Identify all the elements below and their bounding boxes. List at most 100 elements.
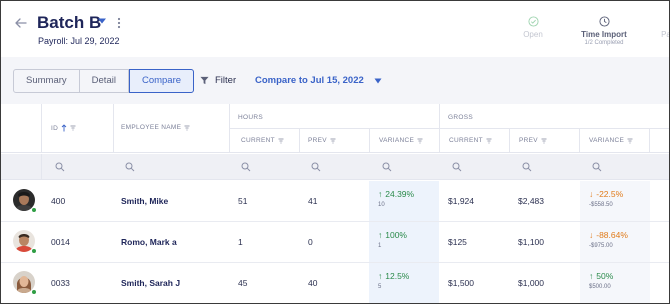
tab-compare[interactable]: Compare — [128, 69, 195, 93]
column-header-hours-current-label: CURRENT — [241, 137, 275, 144]
online-status-dot — [31, 248, 37, 254]
column-header-hours-variance-label: VARIANCE — [379, 137, 415, 144]
hours-variance: ↑ 12.5% 5 — [378, 271, 409, 290]
column-header-employee-name[interactable]: EMPLOYEE NAME — [121, 124, 190, 131]
table-row[interactable]: 0014 Romo, Mark a 1 0 ↑ 100% 1 $125 $1,10… — [1, 222, 669, 263]
hours-variance-amount: 1 — [378, 243, 382, 249]
column-menu-icon[interactable] — [627, 138, 633, 144]
gross-prev: $1,100 — [518, 237, 544, 247]
group-header-hours: HOURS — [238, 114, 263, 121]
employee-name[interactable]: Romo, Mark a — [121, 237, 177, 247]
search-icon[interactable] — [592, 162, 602, 172]
hours-variance: ↑ 100% 1 — [378, 230, 407, 249]
column-header-hours-prev-label: PREV — [308, 137, 327, 144]
column-menu-icon[interactable] — [70, 125, 76, 131]
page-title: Batch B — [37, 13, 102, 32]
table-row[interactable]: 400 Smith, Mike 51 41 ↑ 24.39% 10 $1,924 … — [1, 181, 669, 222]
column-header-gross-variance[interactable]: VARIANCE — [589, 137, 633, 144]
column-menu-icon[interactable] — [184, 125, 190, 131]
search-icon[interactable] — [522, 162, 532, 172]
search-icon[interactable] — [55, 162, 65, 172]
arrow-up-icon: ↑ — [378, 189, 383, 199]
compare-period-dropdown[interactable]: Compare to Jul 15, 2022 — [255, 75, 382, 86]
back-arrow-icon[interactable] — [13, 15, 29, 31]
step-open: Open — [515, 16, 551, 39]
gross-prev: $1,000 — [518, 278, 544, 288]
employee-id: 400 — [51, 196, 66, 206]
hours-variance-amount: 10 — [378, 202, 385, 208]
table-row[interactable]: 0033 Smith, Sarah J 45 40 ↑ 12.5% 5 $1,50… — [1, 263, 669, 303]
filter-button[interactable]: Filter — [200, 75, 236, 86]
gross-variance-percent: 50% — [596, 271, 614, 281]
tab-detail[interactable]: Detail — [80, 70, 129, 92]
filter-label: Filter — [215, 75, 237, 86]
step-time-import: Time Import 1/2 Completed — [575, 16, 633, 46]
group-header-gross: GROSS — [448, 114, 473, 121]
step-pay-label: Pay — [661, 30, 669, 39]
column-header-hours-variance[interactable]: VARIANCE — [379, 137, 423, 144]
step-time-import-status: 1/2 Completed — [584, 40, 624, 46]
column-menu-icon[interactable] — [486, 138, 492, 144]
toolbar: Summary Detail Compare Filter Compare to… — [1, 57, 669, 104]
column-header-id[interactable]: ID — [51, 124, 76, 132]
gross-prev: $2,483 — [518, 196, 544, 206]
column-header-id-label: ID — [51, 124, 59, 132]
column-menu-icon[interactable] — [278, 138, 284, 144]
batch-dropdown-icon[interactable] — [97, 17, 107, 25]
arrow-down-icon: ↓ — [589, 189, 594, 199]
hours-variance-amount: 5 — [378, 284, 382, 290]
column-header-gross-prev-label: PREV — [519, 137, 538, 144]
search-icon[interactable] — [382, 162, 392, 172]
hours-variance: ↑ 24.39% 10 — [378, 189, 414, 208]
employee-name[interactable]: Smith, Mike — [121, 196, 168, 206]
column-header-employee-name-label: EMPLOYEE NAME — [121, 124, 182, 131]
gross-variance-amount: -$975.00 — [589, 243, 613, 249]
filter-icon — [200, 76, 209, 85]
employee-id: 0033 — [51, 278, 70, 288]
gross-variance: ↑ 50% $500.00 — [589, 271, 613, 290]
column-menu-icon[interactable] — [417, 138, 423, 144]
online-status-dot — [31, 289, 37, 295]
hours-prev: 41 — [308, 196, 318, 206]
arrow-up-icon: ↑ — [378, 230, 383, 240]
hours-current: 1 — [238, 237, 243, 247]
view-tabs: Summary Detail Compare — [13, 69, 195, 93]
employee-id: 0014 — [51, 237, 70, 247]
column-search-row — [1, 154, 669, 180]
step-open-label: Open — [523, 30, 543, 39]
column-header-gross-current-label: CURRENT — [449, 137, 483, 144]
step-time-import-label: Time Import — [581, 30, 627, 39]
search-icon[interactable] — [241, 162, 251, 172]
sort-ascending-icon[interactable] — [61, 124, 67, 132]
hours-variance-percent: 12.5% — [385, 271, 410, 281]
column-header-hours-prev[interactable]: PREV — [308, 137, 336, 144]
gross-current: $125 — [448, 237, 467, 247]
column-header-gross-current[interactable]: CURRENT — [449, 137, 492, 144]
page-header: Batch B Payroll: Jul 29, 2022 Open Time … — [1, 1, 669, 57]
arrow-down-icon: ↓ — [589, 230, 594, 240]
search-icon[interactable] — [125, 162, 135, 172]
column-header-gross-variance-label: VARIANCE — [589, 137, 625, 144]
chevron-down-icon — [374, 78, 382, 83]
employee-name[interactable]: Smith, Sarah J — [121, 278, 180, 288]
hours-variance-percent: 24.39% — [385, 189, 415, 199]
clock-icon — [598, 16, 610, 27]
tab-summary[interactable]: Summary — [14, 70, 80, 92]
column-menu-icon[interactable] — [541, 138, 547, 144]
table-header: ID EMPLOYEE NAME HOURS GROSS CURRENT PRE… — [1, 104, 669, 153]
gross-variance-percent: -88.64% — [596, 230, 628, 240]
column-header-gross-prev[interactable]: PREV — [519, 137, 547, 144]
hours-prev: 0 — [308, 237, 313, 247]
gross-variance-amount: $500.00 — [589, 284, 611, 290]
app-window: Batch B Payroll: Jul 29, 2022 Open Time … — [0, 0, 670, 304]
hours-current: 45 — [238, 278, 248, 288]
payroll-date: Payroll: Jul 29, 2022 — [38, 36, 120, 46]
column-header-hours-current[interactable]: CURRENT — [241, 137, 284, 144]
column-menu-icon[interactable] — [330, 138, 336, 144]
more-options-icon[interactable] — [116, 16, 122, 30]
arrow-up-icon: ↑ — [589, 271, 594, 281]
search-icon[interactable] — [452, 162, 462, 172]
gross-current: $1,924 — [448, 196, 474, 206]
hours-variance-percent: 100% — [385, 230, 407, 240]
search-icon[interactable] — [311, 162, 321, 172]
